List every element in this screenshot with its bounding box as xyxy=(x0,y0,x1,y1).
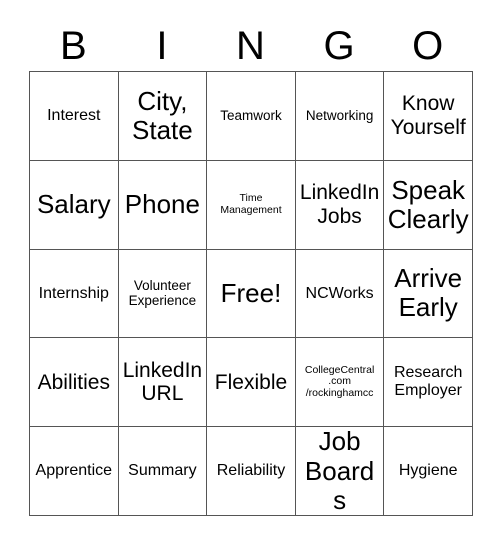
bingo-cell-label: Research Employer xyxy=(393,364,463,400)
bingo-cell-r1c2[interactable]: City, State xyxy=(118,72,208,161)
bingo-cell-r1c3[interactable]: Teamwork xyxy=(207,72,296,161)
bingo-header-letter-3: N xyxy=(236,24,265,68)
bingo-cell-label: City, State xyxy=(132,85,193,145)
bingo-cell-r2c2[interactable]: Phone xyxy=(118,160,208,250)
bingo-header: BINGO xyxy=(29,22,472,70)
bingo-cell-r2c4[interactable]: LinkedIn Jobs xyxy=(295,160,385,250)
bingo-cell-r5c3[interactable]: Reliability xyxy=(207,427,296,516)
bingo-cell-label: Apprentice xyxy=(35,462,113,480)
bingo-header-letter-4: G xyxy=(323,24,355,68)
bingo-grid: Interest City, State Teamwork Networking Know… xyxy=(29,71,473,516)
bingo-cell-r4c3[interactable]: Flexible xyxy=(207,338,296,428)
bingo-cell-label: Internship xyxy=(38,284,109,302)
bingo-cell-r5c5[interactable]: Hygiene xyxy=(384,427,473,516)
bingo-cell-label: Networking xyxy=(305,108,374,124)
bingo-header-letter-5: O xyxy=(412,24,444,68)
bingo-cell-label: Speak Clearly xyxy=(387,174,469,234)
bingo-cell-r3c1[interactable]: Internship xyxy=(30,249,119,339)
bingo-header-letter-1: B xyxy=(59,24,87,68)
bingo-cell-label: NCWorks xyxy=(305,284,374,302)
bingo-cell-r3c2[interactable]: Volunteer Experience xyxy=(118,249,208,339)
bingo-cell-r2c1[interactable]: Salary xyxy=(30,160,119,250)
bingo-cell-r5c4[interactable]: Job Boards xyxy=(295,427,385,516)
bingo-free-space[interactable]: Free! xyxy=(207,249,296,339)
bingo-cell-r5c1[interactable]: Apprentice xyxy=(30,427,119,516)
bingo-cell-label: Salary xyxy=(36,189,111,220)
bingo-cell-label: LinkedIn URL xyxy=(122,358,203,406)
bingo-cell-label: Flexible xyxy=(214,370,288,394)
bingo-cell-r1c5[interactable]: Know Yourself xyxy=(384,72,473,161)
bingo-cell-label: Reliability xyxy=(216,462,286,480)
bingo-cell-label: CollegeCentral .com/rockinghamcc xyxy=(304,363,375,400)
bingo-cell-label: Time Management xyxy=(220,191,282,216)
bingo-cell-label: Arrive Early xyxy=(394,263,463,323)
bingo-cell-r3c4[interactable]: NCWorks xyxy=(295,249,385,339)
bingo-cell-label: Interest xyxy=(47,106,101,124)
bingo-cell-label: Summary xyxy=(128,462,197,480)
bingo-header-letter-2: I xyxy=(156,24,168,68)
bingo-cell-r4c2[interactable]: LinkedIn URL xyxy=(118,338,208,428)
bingo-cell-label: Know Yourself xyxy=(390,92,466,139)
bingo-cell-r1c4[interactable]: Networking xyxy=(295,72,385,161)
bingo-card: B I N G O Interest City, State Teamwork Networki… xyxy=(0,0,500,544)
bingo-cell-r1c1[interactable]: Interest xyxy=(30,72,119,161)
bingo-cell-r2c5[interactable]: Speak Clearly xyxy=(384,160,473,250)
bingo-cell-label: Teamwork xyxy=(220,108,282,124)
bingo-cell-r4c4[interactable]: CollegeCentral .com/rockinghamcc xyxy=(295,338,385,428)
bingo-cell-r3c5[interactable]: Arrive Early xyxy=(384,249,473,339)
bingo-cell-r4c5[interactable]: Research Employer xyxy=(384,338,473,428)
bingo-cell-label: Abilities xyxy=(37,370,110,394)
bingo-cell-label: Job Boards xyxy=(304,427,375,515)
bingo-cell-label: Hygiene xyxy=(398,462,458,480)
bingo-cell-r5c2[interactable]: Summary xyxy=(118,427,208,516)
bingo-cell-label: Phone xyxy=(124,189,200,220)
bingo-cell-label: LinkedIn Jobs xyxy=(299,181,380,228)
bingo-cell-label: Volunteer Experience xyxy=(128,278,197,309)
bingo-cell-r4c1[interactable]: Abilities xyxy=(30,338,119,428)
bingo-cell-r2c3[interactable]: Time Management xyxy=(207,160,296,250)
bingo-cell-label: Free! xyxy=(220,277,282,308)
